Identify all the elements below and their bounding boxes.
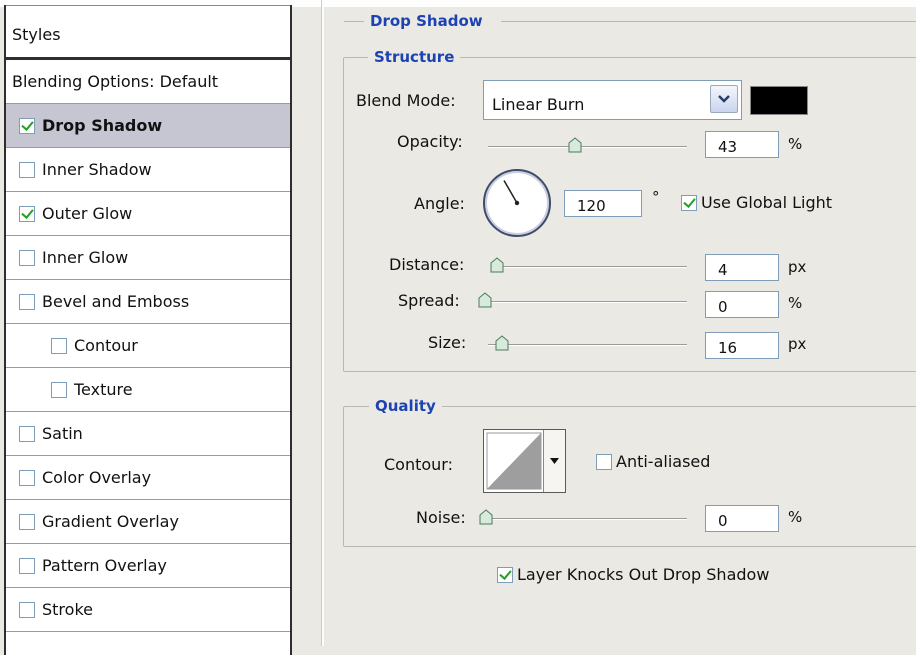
checkbox[interactable]: [51, 337, 67, 354]
spread-slider[interactable]: [484, 301, 687, 303]
style-item-satin[interactable]: Satin: [6, 412, 290, 456]
spread-label: Spread:: [398, 291, 460, 310]
style-item-inner-glow[interactable]: Inner Glow: [6, 236, 290, 280]
anti-aliased-box[interactable]: [596, 453, 612, 470]
quality-title: Quality: [369, 397, 442, 415]
style-item-label: Texture: [74, 380, 133, 399]
size-unit: px: [788, 335, 807, 353]
slider-thumb-icon[interactable]: [568, 137, 582, 153]
contour-picker[interactable]: [483, 429, 566, 493]
checkbox[interactable]: [19, 425, 35, 442]
style-item-bevel-and-emboss[interactable]: Bevel and Emboss: [6, 280, 290, 324]
contour-dropdown-icon[interactable]: [543, 430, 565, 492]
styles-panel: Styles Blending Options: Default Drop Sh…: [4, 5, 292, 655]
title-rule-left: [344, 21, 364, 22]
style-item-label: Outer Glow: [42, 204, 133, 223]
use-global-light-checkbox[interactable]: Use Global Light: [681, 193, 832, 212]
style-item-label: Inner Shadow: [42, 160, 152, 179]
slider-thumb-icon[interactable]: [490, 257, 504, 273]
style-item-contour[interactable]: Contour: [6, 324, 290, 368]
checkbox[interactable]: [19, 469, 35, 486]
style-item-label: Gradient Overlay: [42, 512, 179, 531]
noise-input[interactable]: 0: [705, 505, 779, 532]
opacity-unit: %: [788, 135, 803, 153]
angle-dial[interactable]: [483, 169, 551, 237]
blending-options-item[interactable]: Blending Options: Default: [6, 60, 290, 104]
blend-mode-select[interactable]: Linear Burn: [483, 80, 742, 120]
spread-unit: %: [788, 294, 803, 312]
checkbox[interactable]: [19, 161, 35, 178]
slider-thumb-icon[interactable]: [495, 335, 509, 351]
style-item-inner-shadow[interactable]: Inner Shadow: [6, 148, 290, 192]
slider-thumb-icon[interactable]: [478, 292, 492, 308]
checkmark-icon[interactable]: [19, 117, 35, 134]
opacity-label: Opacity:: [397, 132, 463, 151]
checkbox[interactable]: [19, 601, 35, 618]
blend-mode-value: Linear Burn: [492, 95, 585, 114]
noise-unit: %: [788, 508, 803, 526]
checkbox[interactable]: [19, 557, 35, 574]
layer-knocks-out-label: Layer Knocks Out Drop Shadow: [517, 565, 770, 584]
distance-slider[interactable]: [492, 266, 687, 268]
style-item-color-overlay[interactable]: Color Overlay: [6, 456, 290, 500]
style-item-label: Satin: [42, 424, 83, 443]
checkbox[interactable]: [51, 381, 67, 398]
title-rule-right: [501, 21, 916, 22]
checkbox[interactable]: [19, 513, 35, 530]
checkmark-icon[interactable]: [497, 566, 513, 583]
checkmark-icon[interactable]: [681, 194, 697, 211]
angle-input[interactable]: 120: [564, 190, 642, 217]
style-item-label: Color Overlay: [42, 468, 152, 487]
distance-unit: px: [788, 258, 807, 276]
chevron-down-icon[interactable]: [710, 85, 738, 113]
style-items-list: Drop Shadow Inner Shadow Outer Glow Inner G…: [6, 104, 290, 632]
distance-input[interactable]: 4: [705, 254, 779, 281]
shadow-color-swatch[interactable]: [750, 86, 808, 115]
styles-header: Styles: [6, 5, 290, 60]
spread-input[interactable]: 0: [705, 291, 779, 318]
anti-aliased-label: Anti-aliased: [616, 452, 711, 471]
blend-mode-label: Blend Mode:: [356, 91, 456, 110]
anti-aliased-checkbox[interactable]: Anti-aliased: [596, 452, 710, 471]
distance-label: Distance:: [389, 255, 465, 274]
drop-shadow-title: Drop Shadow: [370, 12, 483, 30]
style-item-gradient-overlay[interactable]: Gradient Overlay: [6, 500, 290, 544]
opacity-input[interactable]: 43: [705, 131, 779, 158]
style-item-label: Bevel and Emboss: [42, 292, 190, 311]
size-slider[interactable]: [488, 344, 687, 346]
checkbox[interactable]: [19, 293, 35, 310]
blending-options-label: Blending Options: Default: [12, 72, 219, 91]
contour-label: Contour:: [384, 455, 453, 474]
style-item-texture[interactable]: Texture: [6, 368, 290, 412]
contour-preview: [486, 432, 542, 490]
style-item-label: Contour: [74, 336, 138, 355]
noise-slider[interactable]: [485, 518, 687, 520]
use-global-light-label: Use Global Light: [701, 193, 833, 212]
panel-divider: [321, 0, 324, 646]
style-item-label: Pattern Overlay: [42, 556, 167, 575]
slider-thumb-icon[interactable]: [479, 509, 493, 525]
size-label: Size:: [428, 333, 467, 352]
style-item-pattern-overlay[interactable]: Pattern Overlay: [6, 544, 290, 588]
angle-label: Angle:: [414, 194, 465, 213]
style-item-stroke[interactable]: Stroke: [6, 588, 290, 632]
structure-title: Structure: [368, 48, 461, 66]
style-item-outer-glow[interactable]: Outer Glow: [6, 192, 290, 236]
size-input[interactable]: 16: [705, 332, 779, 359]
style-item-label: Drop Shadow: [42, 116, 163, 135]
style-item-label: Stroke: [42, 600, 93, 619]
checkmark-icon[interactable]: [19, 205, 35, 222]
opacity-slider[interactable]: [488, 146, 687, 148]
noise-label: Noise:: [416, 508, 466, 527]
angle-unit: °: [652, 188, 660, 206]
checkbox[interactable]: [19, 249, 35, 266]
layer-knocks-out-checkbox[interactable]: Layer Knocks Out Drop Shadow: [497, 565, 769, 584]
style-item-label: Inner Glow: [42, 248, 129, 267]
style-item-drop-shadow[interactable]: Drop Shadow: [6, 104, 290, 148]
